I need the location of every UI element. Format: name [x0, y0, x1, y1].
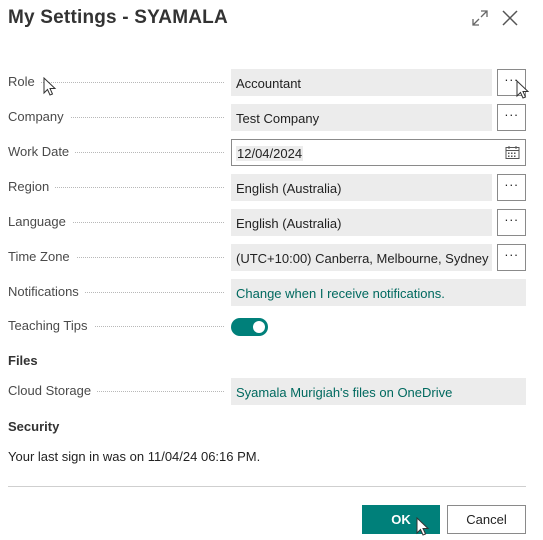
mouse-pointer-icon	[516, 80, 530, 99]
region-field[interactable]: English (Australia)	[231, 174, 492, 201]
notifications-link[interactable]: Change when I receive notifications.	[231, 279, 526, 306]
calendar-icon[interactable]	[505, 145, 520, 160]
cloud-storage-link[interactable]: Syamala Murigiah's files on OneDrive	[231, 378, 526, 405]
mouse-pointer-icon	[43, 77, 57, 96]
region-row: Region English (Australia) ···	[8, 174, 526, 201]
teaching-tips-toggle[interactable]	[231, 318, 268, 336]
cloud-storage-label: Cloud Storage	[8, 383, 98, 398]
time-zone-label: Time Zone	[8, 249, 76, 264]
region-lookup-button[interactable]: ···	[497, 174, 526, 201]
time-zone-row: Time Zone (UTC+10:00) Canberra, Melbourn…	[8, 244, 526, 271]
teaching-tips-label: Teaching Tips	[8, 318, 94, 333]
close-icon[interactable]	[500, 8, 520, 28]
notifications-row: Notifications Change when I receive noti…	[8, 279, 526, 306]
dialog-title: My Settings - SYAMALA	[8, 7, 228, 28]
work-date-label: Work Date	[8, 144, 76, 159]
security-heading: Security	[8, 419, 60, 434]
language-label: Language	[8, 214, 72, 229]
files-heading: Files	[8, 353, 38, 368]
role-label: Role	[8, 74, 41, 89]
language-row: Language English (Australia) ···	[8, 209, 526, 236]
expand-icon[interactable]	[470, 8, 490, 28]
time-zone-lookup-button[interactable]: ···	[497, 244, 526, 271]
company-field[interactable]: Test Company	[231, 104, 492, 131]
region-label: Region	[8, 179, 56, 194]
teaching-tips-row: Teaching Tips	[8, 313, 526, 340]
work-date-row: Work Date 12/04/2024	[8, 139, 526, 166]
time-zone-field[interactable]: (UTC+10:00) Canberra, Melbourne, Sydney	[231, 244, 492, 271]
last-sign-in-text: Your last sign in was on 11/04/24 06:16 …	[8, 449, 261, 464]
role-row: Role Accountant ···	[8, 69, 526, 96]
work-date-value: 12/04/2024	[236, 146, 304, 161]
cloud-storage-row: Cloud Storage Syamala Murigiah's files o…	[8, 378, 526, 405]
cancel-button[interactable]: Cancel	[447, 505, 526, 534]
notifications-label: Notifications	[8, 284, 85, 299]
work-date-input[interactable]: 12/04/2024	[231, 139, 526, 166]
role-field[interactable]: Accountant	[231, 69, 492, 96]
language-lookup-button[interactable]: ···	[497, 209, 526, 236]
company-label: Company	[8, 109, 70, 124]
language-field[interactable]: English (Australia)	[231, 209, 492, 236]
hand-pointer-icon	[416, 517, 430, 536]
footer-divider	[8, 486, 526, 487]
toggle-knob	[253, 321, 265, 333]
company-row: Company Test Company ···	[8, 104, 526, 131]
company-lookup-button[interactable]: ···	[497, 104, 526, 131]
